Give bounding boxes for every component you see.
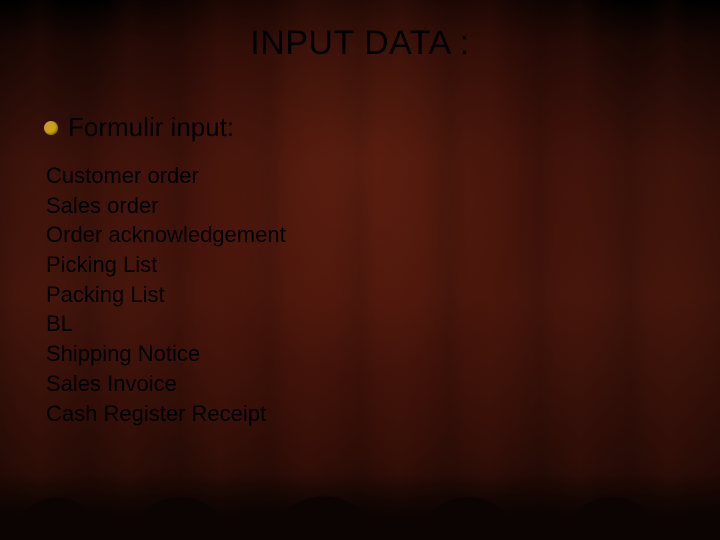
slide: INPUT DATA : Formulir input: Customer or… xyxy=(0,0,720,540)
list-item: Order acknowledgement xyxy=(46,220,286,250)
list-item: Sales order xyxy=(46,191,286,221)
bullet-icon xyxy=(44,121,58,135)
slide-content: Formulir input: Customer order Sales ord… xyxy=(44,112,286,428)
list-item: Cash Register Receipt xyxy=(46,399,286,429)
list-item: Sales Invoice xyxy=(46,369,286,399)
list-item: Packing List xyxy=(46,280,286,310)
list-item: Shipping Notice xyxy=(46,339,286,369)
list-item: Customer order xyxy=(46,161,286,191)
list-item: Picking List xyxy=(46,250,286,280)
slide-title: INPUT DATA : xyxy=(0,24,720,63)
list-item: BL xyxy=(46,309,286,339)
input-forms-list: Customer order Sales order Order acknowl… xyxy=(46,161,286,428)
bullet-row: Formulir input: xyxy=(44,112,286,143)
bullet-label: Formulir input: xyxy=(68,112,234,143)
